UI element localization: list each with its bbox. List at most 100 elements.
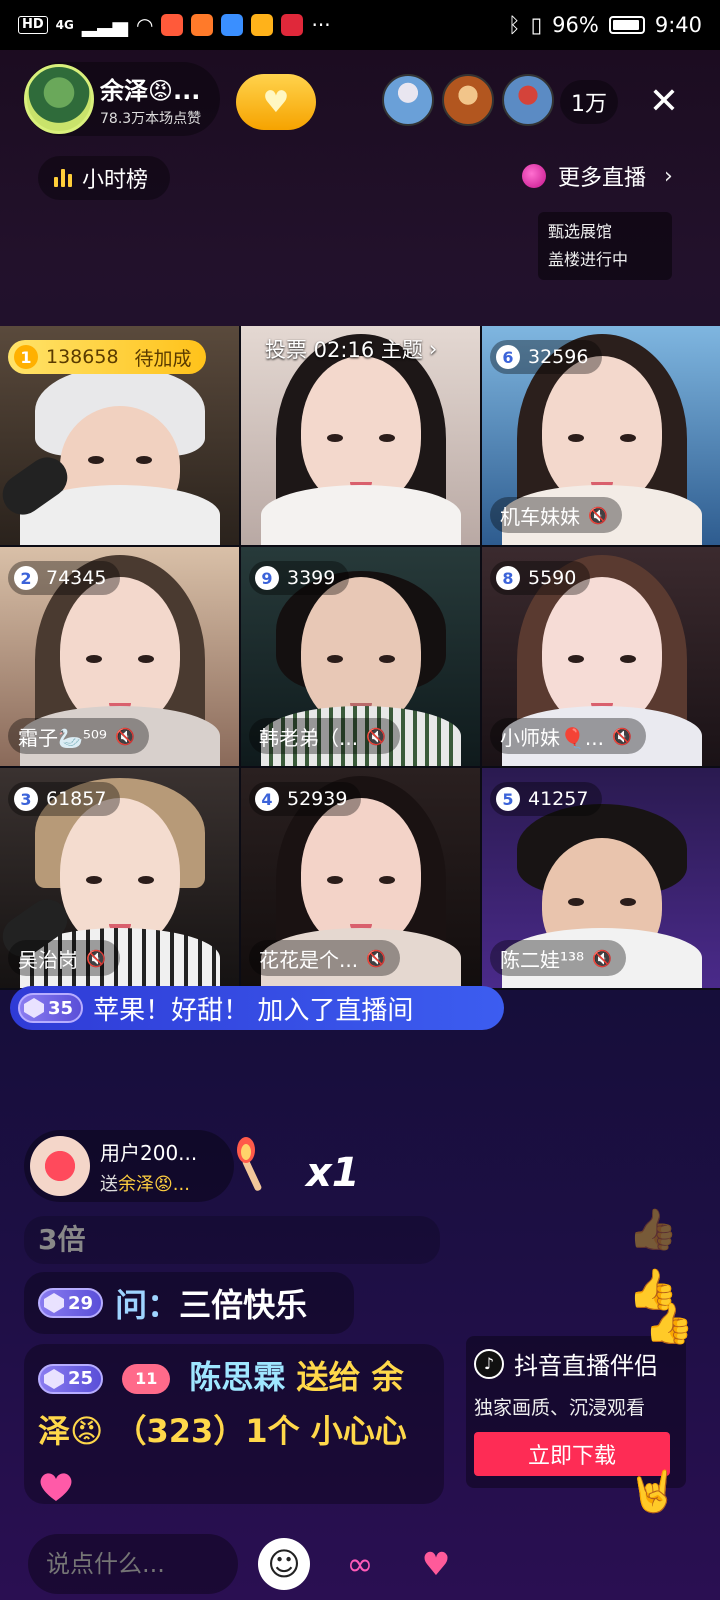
battery-percent: 96% <box>552 13 599 37</box>
guest-name: 吴治岗 🔇 <box>8 940 120 976</box>
chevron-right-icon: › <box>664 163 673 189</box>
viewer-avatar[interactable] <box>382 74 434 126</box>
thumbs-up-icon: 👍 <box>644 1301 694 1347</box>
small-heart-icon <box>40 1473 72 1501</box>
gift-sender-name: 用户200... <box>100 1140 198 1165</box>
host-likes: 78.3万本场点赞 <box>100 110 202 127</box>
viewer-count[interactable]: 1万 <box>560 80 618 124</box>
bluetooth-icon: ᛒ <box>507 13 521 37</box>
guest-cell-8[interactable]: 4 52939 花花是个... 🔇 <box>241 768 480 988</box>
viewer-avatar[interactable] <box>502 74 554 126</box>
top-viewers[interactable] <box>382 74 554 126</box>
guest-score: 4 52939 <box>249 782 362 816</box>
guest-name: 陈二娃¹³⁸ 🔇 <box>490 940 626 976</box>
heart-gift-icon[interactable]: ♥ <box>410 1538 462 1590</box>
gift-notification[interactable]: 用户200... 送余泽😡... <box>24 1130 234 1202</box>
vibrate-icon: ▯ <box>530 13 543 37</box>
more-live-button[interactable]: 更多直播 › <box>522 160 673 192</box>
guest-name: 小师妹🎈... 🔇 <box>490 718 646 754</box>
guest-cell-9[interactable]: 5 41257 陈二娃¹³⁸ 🔇 <box>482 768 720 988</box>
chat-message-faded: 3倍 <box>24 1216 440 1264</box>
app-notification-icon <box>161 14 184 36</box>
gift-target: 送余泽😡... <box>100 1173 190 1195</box>
guest-cell-1[interactable]: 1 138658 待加成 <box>0 326 239 545</box>
app-notification-icon <box>221 14 244 36</box>
guest-name: 霜子🦢⁵⁰⁹ 🔇 <box>8 718 149 754</box>
host-name: 余泽😡... <box>100 76 201 105</box>
multi-guest-grid: 1 138658 待加成 投票 02:16 主题 › 6 32596 机车妹妹 … <box>0 326 720 990</box>
chat-message[interactable]: 29 问：三倍快乐 <box>24 1272 354 1334</box>
guest-cell-2[interactable]: 投票 02:16 主题 › <box>241 326 480 545</box>
guest-score: 9 3399 <box>249 561 350 595</box>
network-indicator: 4G <box>55 18 74 32</box>
bottom-bar: ☺ ∞ ♥ <box>0 1528 720 1600</box>
guest-rank: 3 <box>14 787 38 811</box>
guest-cell-4[interactable]: 2 74345 霜子🦢⁵⁰⁹ 🔇 <box>0 547 239 766</box>
guest-rank: 5 <box>496 787 520 811</box>
muted-speaker-icon: 🔇 <box>86 948 106 968</box>
guest-score: 8 5590 <box>490 561 591 595</box>
guest-score: 6 32596 <box>490 340 603 374</box>
link-icon[interactable]: ∞ <box>334 1538 386 1590</box>
emoji-icon[interactable]: ☺ <box>258 1538 310 1590</box>
signal-icon: ▂▃▅ <box>81 13 129 37</box>
chat-text: 三倍快乐 <box>179 1286 308 1324</box>
comment-input[interactable] <box>28 1534 238 1594</box>
more-live-label: 更多直播 <box>558 166 647 191</box>
host-avatar[interactable] <box>24 64 94 134</box>
guest-score: 1 138658 待加成 <box>8 340 206 374</box>
guest-score: 2 74345 <box>8 561 121 595</box>
douyin-logo-icon: ♪ <box>474 1348 504 1379</box>
join-message: 苹果！好甜！ 加入了直播间 <box>93 995 414 1026</box>
guest-name: 机车妹妹 🔇 <box>490 497 622 533</box>
battery-icon <box>608 16 645 34</box>
gift-count: x1 <box>306 1150 360 1196</box>
guest-cell-7[interactable]: 3 61857 吴治岗 🔇 <box>0 768 239 988</box>
guest-cell-6[interactable]: 8 5590 小师妹🎈... 🔇 <box>482 547 720 766</box>
promo-line: 盖楼进行中 <box>548 250 629 269</box>
heart-icon: ♥ <box>262 84 290 120</box>
more-notifications-icon: ··· <box>311 13 331 37</box>
gift-sender: 陈思霖 <box>189 1358 286 1396</box>
muted-speaker-icon: 🔇 <box>588 505 608 525</box>
user-level-badge: 25 <box>38 1364 104 1394</box>
muted-speaker-icon: 🔇 <box>366 948 386 968</box>
fan-club-heart-button[interactable]: ♥ <box>236 74 316 130</box>
gem-icon <box>44 1369 64 1389</box>
muted-speaker-icon: 🔇 <box>592 948 612 968</box>
guest-name: 韩老弟（... 🔇 <box>249 718 400 754</box>
hourly-rank-label: 小时榜 <box>82 168 149 193</box>
chevron-right-icon: › <box>428 337 438 361</box>
chat-gift-message[interactable]: 25 陈思霖 送给 余泽😡 （323）1个 小心心 <box>24 1344 444 1504</box>
clock: 9:40 <box>654 13 702 37</box>
gem-icon <box>24 998 44 1018</box>
user-level-badge: 35 <box>18 993 84 1023</box>
hd-indicator: HD <box>18 16 48 34</box>
guest-rank: 8 <box>496 566 520 590</box>
douyin-companion-ad[interactable]: ♪ 抖音直播伴侣 独家画质、沉浸观看 立即下载 <box>466 1336 686 1488</box>
guest-rank: 2 <box>14 566 38 590</box>
guest-rank: 1 <box>14 345 38 369</box>
muted-speaker-icon: 🔇 <box>114 726 135 746</box>
gift-sender-avatar[interactable] <box>30 1136 90 1196</box>
thumbs-up-icon: 👍 <box>628 1207 678 1253</box>
guest-cell-5[interactable]: 9 3399 韩老弟（... 🔇 <box>241 547 480 766</box>
ad-subtitle: 独家画质、沉浸观看 <box>474 1397 646 1419</box>
close-icon[interactable]: ✕ <box>642 80 686 124</box>
guest-score: 5 41257 <box>490 782 603 816</box>
torch-gift-icon <box>237 1137 262 1191</box>
app-notification-icon <box>251 14 274 36</box>
muted-speaker-icon: 🔇 <box>611 726 632 746</box>
hourly-rank-button[interactable]: 小时榜 <box>38 156 171 200</box>
viewer-avatar[interactable] <box>442 74 494 126</box>
vote-timer[interactable]: 投票 02:16 主题 › <box>265 334 437 364</box>
gift-verb: 送给 <box>296 1358 361 1396</box>
host-profile[interactable]: 余泽😡... 78.3万本场点赞 <box>24 62 220 136</box>
guest-rank: 4 <box>255 787 279 811</box>
guest-cell-3[interactable]: 6 32596 机车妹妹 🔇 <box>482 326 720 545</box>
status-bar: HD 4G ▂▃▅ ◠ ··· ᛒ ▯ 96% 9:40 <box>0 0 720 50</box>
ad-title: 抖音直播伴侣 <box>514 1352 658 1380</box>
muted-speaker-icon: 🔇 <box>366 726 386 746</box>
rock-hand-icon: 🤘 <box>628 1469 678 1515</box>
promo-card[interactable]: 甄选展馆 盖楼进行中 <box>538 212 672 280</box>
